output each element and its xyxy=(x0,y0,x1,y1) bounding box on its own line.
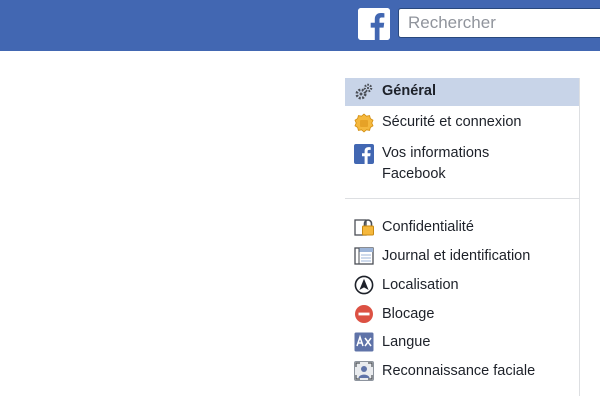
section-divider xyxy=(345,198,579,199)
face-recognition-icon xyxy=(354,361,374,381)
facebook-square-icon xyxy=(354,144,374,164)
settings-item-language[interactable]: Langue xyxy=(345,329,579,357)
location-compass-icon xyxy=(354,275,374,295)
settings-item-your-information[interactable]: Vos informations Facebook xyxy=(345,140,579,186)
settings-item-label: Vos informations xyxy=(382,145,490,161)
gears-icon xyxy=(354,82,374,102)
settings-item-security[interactable]: Sécurité et connexion xyxy=(345,109,579,137)
settings-item-label: Localisation xyxy=(382,277,459,293)
settings-item-label: Général xyxy=(382,83,436,99)
settings-navigation: Général Sécurité et connexion Vos inform… xyxy=(345,78,580,396)
search-box[interactable] xyxy=(398,8,600,38)
facebook-logo-icon[interactable] xyxy=(358,8,390,40)
settings-item-face-recognition[interactable]: Reconnaissance faciale xyxy=(345,358,579,386)
language-icon xyxy=(354,332,374,352)
settings-item-label: Blocage xyxy=(382,306,435,322)
settings-item-general[interactable]: Général xyxy=(345,78,579,106)
search-input[interactable] xyxy=(408,9,598,37)
settings-item-label: Confidentialité xyxy=(382,219,474,235)
settings-item-label: Sécurité et connexion xyxy=(382,114,522,130)
settings-item-privacy[interactable]: Confidentialité xyxy=(345,214,579,242)
shield-badge-icon xyxy=(354,113,374,133)
padlock-icon xyxy=(354,217,374,237)
block-icon xyxy=(354,304,374,324)
settings-item-label: Reconnaissance faciale xyxy=(382,363,536,379)
settings-item-timeline[interactable]: Journal et identification xyxy=(345,243,579,271)
settings-item-label: Journal et identification xyxy=(382,248,531,264)
top-navigation-bar xyxy=(0,0,600,51)
settings-item-label: Langue xyxy=(382,334,431,350)
settings-item-location[interactable]: Localisation xyxy=(345,272,579,300)
timeline-icon xyxy=(354,246,374,266)
settings-item-label-line2: Facebook xyxy=(382,166,446,182)
settings-item-blocking[interactable]: Blocage xyxy=(345,301,579,329)
